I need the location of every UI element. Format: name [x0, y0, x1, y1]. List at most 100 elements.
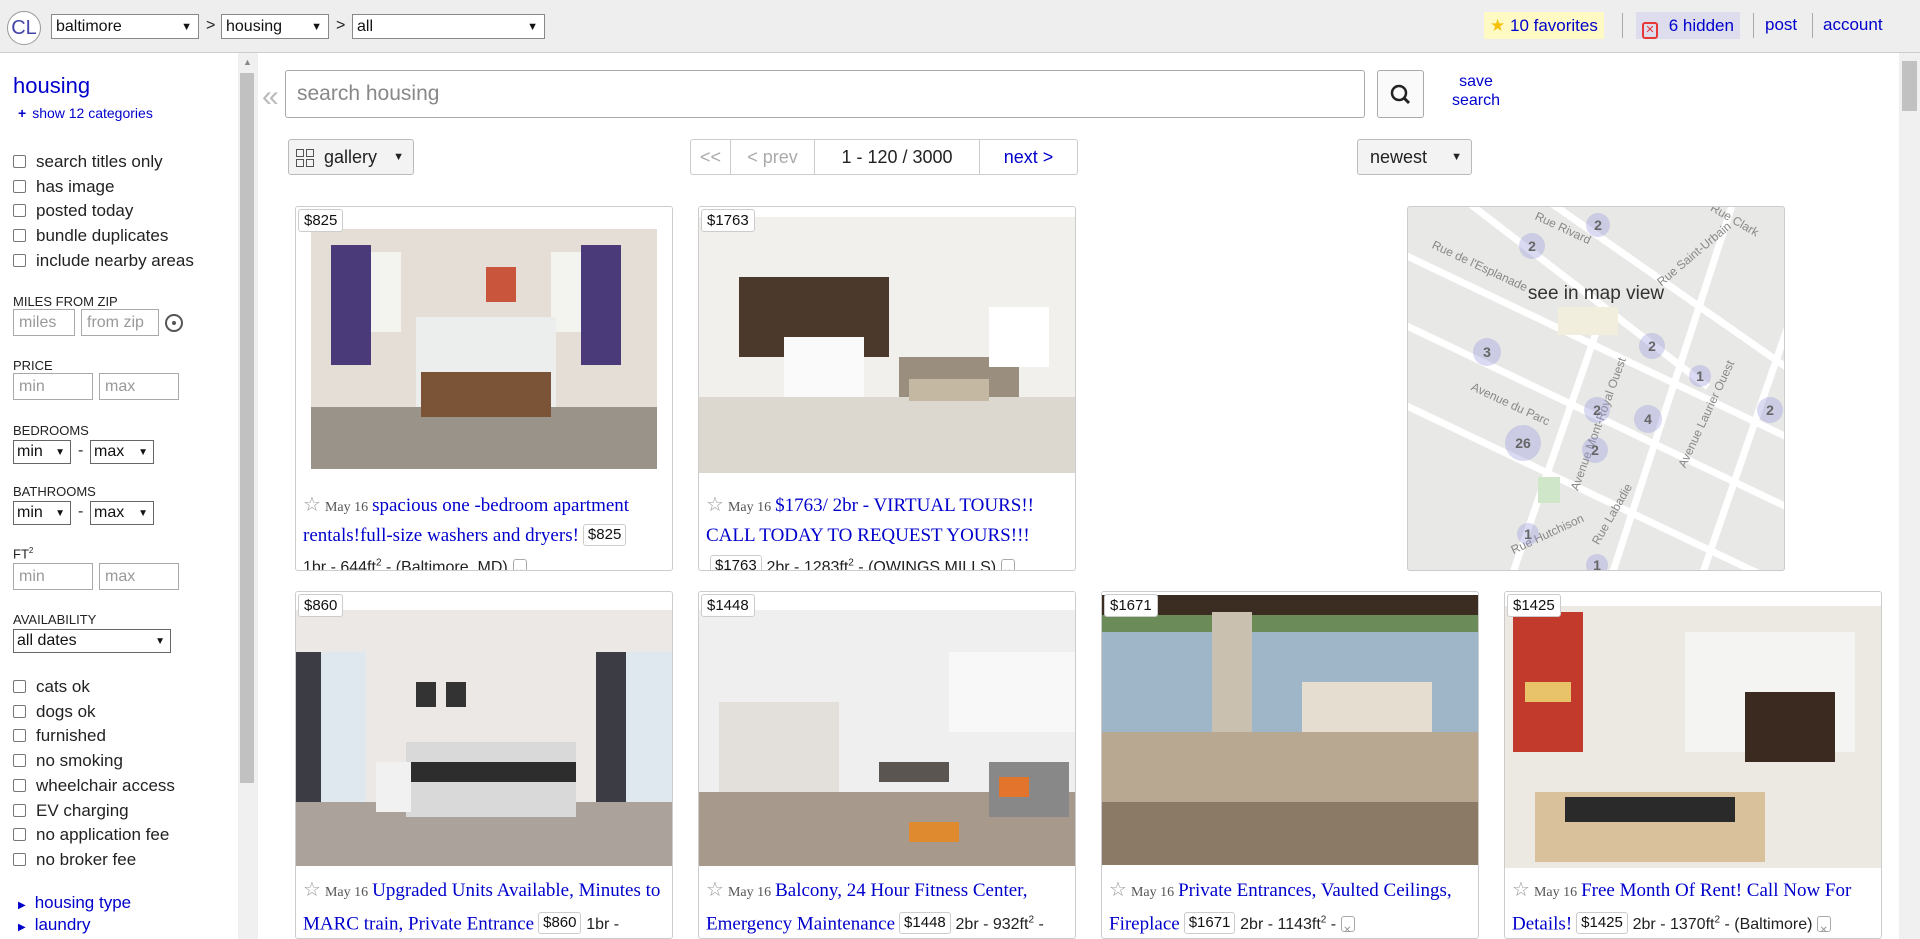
favorite-star-icon[interactable]: ☆	[1109, 877, 1127, 901]
housing-type-link[interactable]: ▶ housing type	[18, 893, 131, 913]
map-cluster[interactable]: 2	[1582, 437, 1608, 463]
map-cluster[interactable]: 2	[1757, 397, 1783, 423]
search-input[interactable]: search housing	[285, 70, 1365, 118]
listing-photo[interactable]	[296, 207, 672, 483]
bathrooms-min-select[interactable]: min ▼	[13, 501, 71, 525]
scroll-up-icon[interactable]: ▲	[243, 57, 252, 67]
checkbox-icon[interactable]	[13, 705, 26, 718]
bedrooms-min-select[interactable]: min ▼	[13, 440, 71, 464]
bedrooms-max-select[interactable]: max ▼	[90, 440, 154, 464]
scrollbar-thumb[interactable]	[1902, 61, 1917, 111]
checkbox-bundle-duplicates[interactable]: bundle duplicates	[13, 226, 168, 248]
hide-listing-icon[interactable]	[512, 559, 527, 570]
checkbox-icon[interactable]	[13, 180, 26, 193]
checkbox-icon[interactable]	[13, 229, 26, 242]
checkbox-icon[interactable]	[13, 254, 26, 267]
locate-icon[interactable]	[165, 314, 183, 332]
checkbox-icon[interactable]	[13, 729, 26, 742]
category-select[interactable]: housing ▼	[221, 14, 329, 39]
miles-input[interactable]: miles	[13, 309, 75, 336]
hide-listing-icon[interactable]	[1001, 559, 1016, 570]
checkbox-ev-charging[interactable]: EV charging	[13, 801, 129, 823]
first-page-button[interactable]: <<	[691, 140, 731, 174]
prev-page-button[interactable]: < prev	[731, 140, 815, 174]
listing-card[interactable]: $860 ☆ May 16 Upgraded Units Available, Mi…	[295, 591, 673, 939]
hidden-button[interactable]: ✕ 6 hidden	[1636, 12, 1740, 39]
map-cluster[interactable]: 4	[1634, 405, 1662, 433]
listing-photo[interactable]	[1102, 592, 1478, 868]
post-link[interactable]: post	[1765, 14, 1797, 36]
scrollbar-thumb[interactable]	[240, 73, 254, 783]
map-cluster[interactable]: 2	[1586, 213, 1610, 237]
zip-input[interactable]: from zip	[81, 309, 159, 336]
ft2-max-input[interactable]: max	[99, 563, 179, 590]
checkbox-dogs-ok[interactable]: dogs ok	[13, 702, 96, 724]
favorite-star-icon[interactable]: ☆	[303, 877, 321, 901]
favorite-star-icon[interactable]: ☆	[303, 492, 321, 516]
listing-photo[interactable]	[699, 207, 1075, 483]
hide-listing-icon[interactable]	[1341, 916, 1356, 938]
subcategory-select[interactable]: all ▼	[352, 14, 545, 39]
ft2-min-input[interactable]: min	[13, 563, 93, 590]
map-preview[interactable]: Rue Rivard Rue de l'Esplanade Rue Clark …	[1407, 206, 1785, 571]
search-button[interactable]	[1377, 70, 1424, 118]
map-cluster[interactable]: 3	[1473, 338, 1501, 366]
favorite-star-icon[interactable]: ☆	[1512, 877, 1530, 901]
collapse-sidebar-icon[interactable]: «	[262, 80, 279, 114]
listing-photo[interactable]	[1505, 592, 1881, 868]
checkbox-icon[interactable]	[13, 680, 26, 693]
checkbox-has-image[interactable]: has image	[13, 177, 114, 199]
listing-photo[interactable]	[296, 592, 672, 868]
checkbox-wheelchair-access[interactable]: wheelchair access	[13, 776, 175, 798]
sidebar-scrollbar[interactable]: ▲	[238, 53, 258, 939]
checkbox-icon[interactable]	[13, 804, 26, 817]
sort-select[interactable]: newest ▼	[1357, 139, 1472, 175]
listing-photo[interactable]	[699, 592, 1075, 868]
favorite-star-icon[interactable]: ☆	[706, 877, 724, 901]
laundry-link[interactable]: ▶ laundry	[18, 915, 90, 935]
checkbox-include-nearby-areas[interactable]: include nearby areas	[13, 251, 194, 273]
save-search-link[interactable]: save search	[1446, 72, 1506, 110]
bathrooms-max-select[interactable]: max ▼	[90, 501, 154, 525]
checkbox-no-smoking[interactable]: no smoking	[13, 751, 123, 773]
checkbox-icon[interactable]	[13, 853, 26, 866]
checkbox-icon[interactable]	[13, 828, 26, 841]
availability-select[interactable]: all dates ▼	[13, 629, 171, 653]
account-link[interactable]: account	[1823, 14, 1883, 36]
map-view-label[interactable]: see in map view	[1408, 283, 1784, 305]
sidebar-title[interactable]: housing	[13, 73, 90, 99]
listing-card[interactable]: $1425 ☆ May 16 Free Month Of Rent! Call No…	[1504, 591, 1882, 939]
craigslist-logo[interactable]: CL	[7, 11, 41, 45]
checkbox-posted-today[interactable]: posted today	[13, 201, 133, 223]
checkbox-furnished[interactable]: furnished	[13, 726, 106, 748]
checkbox-icon[interactable]	[13, 754, 26, 767]
page-scrollbar[interactable]	[1899, 53, 1920, 939]
map-cluster[interactable]: 1	[1517, 523, 1539, 545]
map-cluster[interactable]: 1	[1689, 365, 1711, 387]
favorites-button[interactable]: ★ 10 favorites	[1484, 12, 1604, 39]
listing-card[interactable]: $1763 ☆ May 16 $1763/ 2br - VIRTUAL TOURS!…	[698, 206, 1076, 571]
listing-card[interactable]: $1671 ☆ May 16 Private Entrances, Vaulted …	[1101, 591, 1479, 939]
map-cluster[interactable]: 1	[1586, 554, 1608, 570]
price-min-input[interactable]: min	[13, 373, 93, 400]
checkbox-no-broker-fee[interactable]: no broker fee	[13, 850, 136, 872]
hide-listing-icon[interactable]	[1817, 916, 1832, 938]
location-select[interactable]: baltimore ▼	[51, 14, 199, 39]
favorite-star-icon[interactable]: ☆	[706, 492, 724, 516]
map-cluster[interactable]: 26	[1505, 425, 1541, 461]
map-cluster[interactable]: 2	[1639, 333, 1665, 359]
checkbox-icon[interactable]	[13, 204, 26, 217]
checkbox-no-application-fee[interactable]: no application fee	[13, 825, 169, 847]
map-cluster[interactable]: 2	[1519, 233, 1545, 259]
checkbox-icon[interactable]	[13, 779, 26, 792]
show-categories-link[interactable]: + show 12 categories	[18, 105, 153, 121]
price-max-input[interactable]: max	[99, 373, 179, 400]
checkbox-icon[interactable]	[13, 155, 26, 168]
map-cluster[interactable]: 2	[1584, 397, 1610, 423]
listing-card[interactable]: $1448 ☆ May 16 Balcony, 24 Hour Fitness Ce…	[698, 591, 1076, 939]
view-mode-select[interactable]: gallery ▼	[288, 139, 414, 175]
listing-card[interactable]: $825 ☆ May 16 spacious one -bedroom apartm…	[295, 206, 673, 571]
checkbox-cats-ok[interactable]: cats ok	[13, 677, 90, 699]
next-page-button[interactable]: next >	[980, 140, 1077, 174]
checkbox-search-titles-only[interactable]: search titles only	[13, 152, 163, 174]
